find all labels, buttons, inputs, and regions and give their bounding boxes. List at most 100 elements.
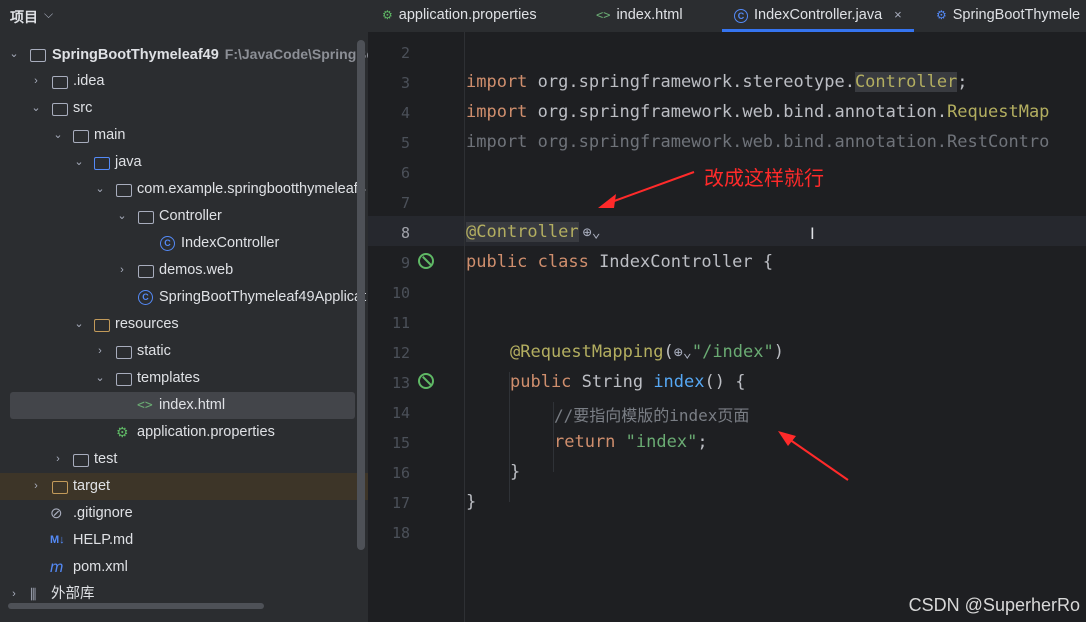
sidebar-title[interactable]: 项目 (10, 7, 38, 27)
source-folder-icon (94, 157, 110, 170)
project-sidebar: 项目 ⌵ ⌄ SpringBootThymeleaf49 F:\JavaCode\… (0, 0, 368, 622)
tree-item-java[interactable]: ⌄ java (0, 149, 368, 176)
tree-item-label: SpringBootThymeleaf49 (52, 47, 219, 63)
tab-label: application.properties (398, 7, 537, 23)
tree-item-index-html[interactable]: <> index.html (10, 392, 355, 419)
tree-item-label: index.html (159, 397, 226, 413)
maven-file-icon: m (50, 559, 64, 576)
tree-item-help-md[interactable]: M↓ HELP.md (0, 527, 368, 554)
tree-item-project-root[interactable]: ⌄ SpringBootThymeleaf49 F:\JavaCode\Sprin… (0, 41, 368, 68)
sidebar-header[interactable]: 项目 ⌵ (0, 0, 368, 32)
tab-label: SpringBootThymele (952, 7, 1081, 23)
properties-file-icon: ⚙ (382, 8, 393, 22)
tree-item-test[interactable]: › test (0, 446, 368, 473)
spring-boot-class-icon: C (138, 290, 153, 305)
html-file-icon: <> (596, 8, 611, 22)
tree-item-label: main (94, 127, 126, 143)
folder-icon (73, 454, 89, 467)
tree-item-demos-web[interactable]: › demos.web (0, 257, 368, 284)
tree-item-label: IndexController (181, 235, 280, 251)
tree-item-target[interactable]: › target (0, 473, 368, 500)
tree-item-label: pom.xml (73, 559, 128, 575)
folder-icon (52, 103, 68, 116)
tree-item-label: demos.web (159, 262, 234, 278)
chevron-down-icon[interactable]: ⌄ (116, 203, 128, 230)
tree-item-label: templates (137, 370, 200, 386)
tree-item-label: test (94, 451, 118, 467)
chevron-down-icon[interactable]: ⌄ (52, 122, 64, 149)
tree-item-label: com.example.springbootthymeleaf4 (137, 181, 366, 197)
tree-item-src[interactable]: ⌄ src (0, 95, 368, 122)
folder-icon (73, 130, 89, 143)
properties-file-icon: ⚙ (116, 424, 129, 440)
tree-item-label: .gitignore (73, 505, 133, 521)
folder-icon (116, 373, 132, 386)
tab-springboot-application[interactable]: ⚙ SpringBootThymele (936, 0, 1080, 32)
folder-icon (116, 346, 132, 359)
library-icon: ⫼ (30, 586, 37, 602)
chevron-down-icon[interactable]: ⌄ (30, 95, 42, 122)
chevron-right-icon[interactable]: › (30, 68, 42, 95)
tree-item-label: .idea (73, 73, 105, 89)
tree-item-package[interactable]: ⌄ com.example.springbootthymeleaf4 (0, 176, 368, 203)
tree-item-indexcontroller[interactable]: C IndexController (0, 230, 368, 257)
package-icon (138, 265, 154, 278)
class-icon: C (160, 236, 175, 251)
resources-folder-icon (94, 319, 110, 332)
tree-item-gitignore[interactable]: ⊘ .gitignore (0, 500, 368, 527)
tree-item-label: Controller (159, 208, 222, 224)
gitignore-file-icon: ⊘ (50, 505, 63, 522)
tab-label: index.html (616, 7, 683, 23)
spring-boot-class-icon: ⚙ (936, 8, 947, 22)
tree-item-pom-xml[interactable]: m pom.xml (0, 554, 368, 581)
tab-indexcontroller-java[interactable]: C IndexController.java × (722, 0, 914, 32)
html-file-icon: <> (137, 398, 153, 413)
chevron-down-icon[interactable]: ⌵ (44, 7, 53, 22)
tree-item-controller-package[interactable]: ⌄ Controller (0, 203, 368, 230)
tree-item-label: SpringBootThymeleaf49Applicat (159, 289, 367, 305)
sidebar-scrollbar[interactable] (357, 40, 365, 550)
tree-item-label: application.properties (137, 424, 275, 440)
tree-item-label: target (73, 478, 111, 494)
tree-item-main[interactable]: ⌄ main (0, 122, 368, 149)
tree-item-label: static (137, 343, 171, 359)
tree-item-templates[interactable]: ⌄ templates (0, 365, 368, 392)
excluded-folder-icon (52, 481, 68, 494)
chevron-down-icon[interactable]: ⌄ (73, 311, 85, 338)
package-icon (138, 211, 154, 224)
watermark: CSDN @SuperherRo (908, 595, 1080, 615)
markdown-file-icon: M↓ (50, 534, 65, 546)
close-icon[interactable]: × (894, 7, 902, 22)
tab-application-properties[interactable]: ⚙ application.properties (382, 0, 537, 32)
tree-item-label: java (115, 154, 142, 170)
chevron-right-icon[interactable]: › (30, 473, 42, 500)
sidebar-horizontal-scrollbar[interactable] (8, 603, 264, 609)
tab-index-html[interactable]: <> index.html (596, 0, 683, 32)
editor-tab-bar: ⚙ application.properties <> index.html C In… (368, 0, 1086, 32)
tree-item-application-properties[interactable]: ⚙ application.properties (0, 419, 368, 446)
annotation-arrows (598, 171, 849, 481)
chevron-down-icon[interactable]: ⌄ (8, 41, 20, 68)
folder-icon (52, 76, 68, 89)
chevron-down-icon[interactable]: ⌄ (73, 149, 85, 176)
tree-item-static[interactable]: › static (0, 338, 368, 365)
arrow-to-controller-annotation (598, 171, 695, 208)
tree-item-label: src (73, 100, 93, 116)
chevron-down-icon[interactable]: ⌄ (94, 365, 106, 392)
project-folder-icon (30, 49, 46, 62)
chevron-right-icon[interactable]: › (52, 446, 64, 473)
tree-item-idea[interactable]: › .idea (0, 68, 368, 95)
tree-item-label: resources (115, 316, 179, 332)
tree-item-label: HELP.md (73, 532, 134, 548)
chevron-right-icon[interactable]: › (94, 338, 106, 365)
chevron-down-icon[interactable]: ⌄ (94, 176, 106, 203)
tree-item-resources[interactable]: ⌄ resources (0, 311, 368, 338)
code-editor[interactable]: 2 3 4 5 6 7 8 9 10 11 12 13 14 15 16 17 … (368, 32, 1086, 622)
chevron-right-icon[interactable]: › (116, 257, 128, 284)
tab-label: IndexController.java (754, 7, 883, 23)
arrow-to-return-index (778, 431, 849, 481)
project-path: F:\JavaCode\SpringBo (224, 46, 368, 62)
tree-item-application-class[interactable]: C SpringBootThymeleaf49Applicat (0, 284, 368, 311)
package-icon (116, 184, 132, 197)
class-icon: C (734, 9, 748, 23)
